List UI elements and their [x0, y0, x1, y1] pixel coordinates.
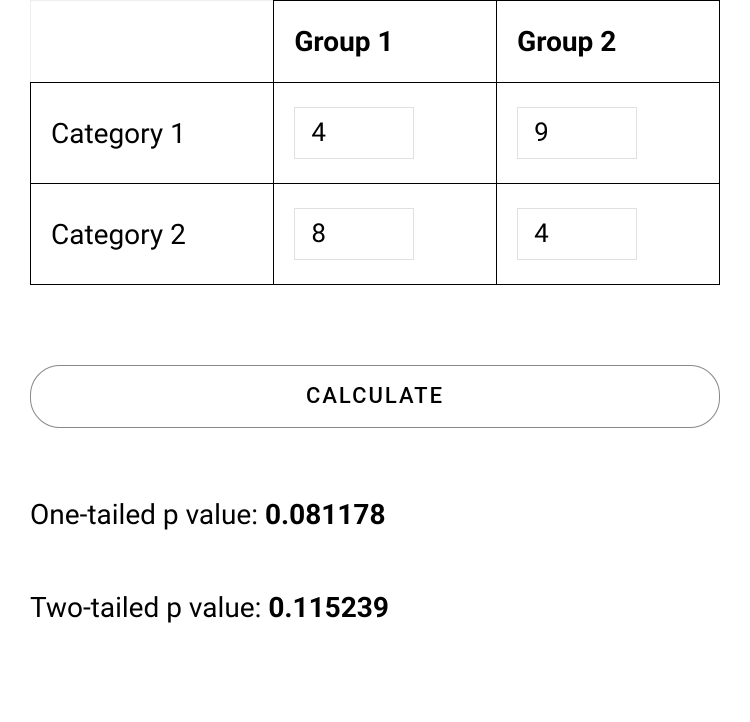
row-label-category1: Category 1 [31, 83, 274, 184]
two-tailed-value: 0.115239 [268, 591, 389, 624]
input-cat1-group1[interactable] [294, 107, 414, 159]
one-tailed-value: 0.081178 [265, 498, 386, 531]
cell-cat2-group2 [497, 184, 720, 285]
table-header-group1: Group 1 [274, 1, 497, 83]
table-header-row: Group 1 Group 2 [31, 1, 720, 83]
row-label-category2: Category 2 [31, 184, 274, 285]
calculate-button[interactable]: CALCULATE [30, 365, 720, 428]
results-section: One-tailed p value: 0.081178 Two-tailed … [30, 498, 720, 624]
input-cat1-group2[interactable] [517, 107, 637, 159]
table-header-empty [31, 1, 274, 83]
input-cat2-group2[interactable] [517, 208, 637, 260]
input-cat2-group1[interactable] [294, 208, 414, 260]
cell-cat1-group1 [274, 83, 497, 184]
cell-cat1-group2 [497, 83, 720, 184]
table-header-group2: Group 2 [497, 1, 720, 83]
table-row: Category 1 [31, 83, 720, 184]
two-tailed-label: Two-tailed p value: [30, 591, 268, 624]
table-row: Category 2 [31, 184, 720, 285]
one-tailed-label: One-tailed p value: [30, 498, 265, 531]
cell-cat2-group1 [274, 184, 497, 285]
two-tailed-result: Two-tailed p value: 0.115239 [30, 591, 720, 624]
contingency-table: Group 1 Group 2 Category 1 Category 2 [30, 0, 720, 285]
one-tailed-result: One-tailed p value: 0.081178 [30, 498, 720, 531]
